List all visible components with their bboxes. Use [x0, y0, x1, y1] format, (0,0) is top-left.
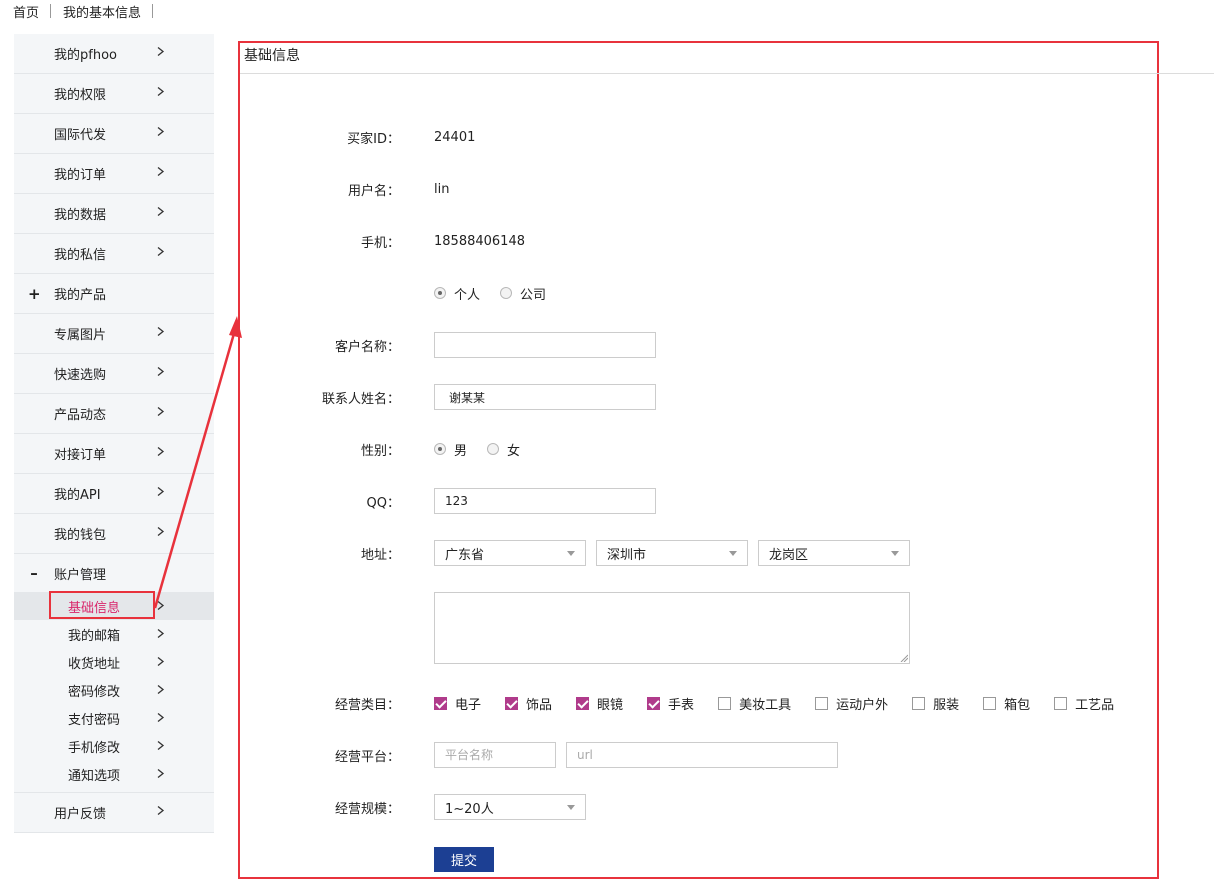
- chevron-down-icon: [891, 551, 899, 556]
- checkbox-icon: [434, 696, 447, 710]
- checkbox-icon: [983, 696, 997, 710]
- district-select[interactable]: 龙岗区: [758, 540, 910, 566]
- radio-dot: [487, 443, 500, 455]
- gender-row: 性别： 男 女: [240, 436, 1180, 462]
- address-selects: 广东省 深圳市 龙岗区: [434, 540, 920, 566]
- checkbox-icon: [815, 696, 829, 710]
- checkbox-icon: [647, 696, 661, 710]
- category-label: 箱包: [1004, 697, 1031, 713]
- contact-name-label: 联系人姓名：: [321, 391, 400, 407]
- account-type-row: 个人 公司: [240, 280, 1180, 306]
- category-checkbox[interactable]: 服装: [912, 694, 959, 713]
- qq-row: QQ：: [240, 488, 1180, 514]
- category-label: 美妆工具: [739, 697, 792, 713]
- checkbox-icon: [576, 696, 590, 710]
- radio-male[interactable]: 男: [434, 440, 467, 459]
- gender-label: 性别：: [360, 443, 400, 459]
- province-select[interactable]: 广东省: [434, 540, 586, 566]
- chevron-down-icon: [567, 805, 575, 810]
- category-label: 手表: [668, 697, 695, 713]
- buyer-id-label: 买家ID：: [347, 131, 400, 147]
- address-detail-textarea[interactable]: [434, 592, 910, 664]
- phone-label: 手机：: [360, 235, 400, 251]
- radio-dot: [434, 287, 446, 299]
- district-value: 龙岗区: [769, 547, 809, 563]
- category-label: 服装: [933, 697, 960, 713]
- category-checkbox[interactable]: 饰品: [505, 694, 552, 713]
- scale-value: 1~20人: [445, 801, 494, 817]
- customer-name-input[interactable]: [434, 332, 656, 358]
- category-label: 眼镜: [597, 697, 624, 713]
- chevron-down-icon: [567, 551, 575, 556]
- phone-value: 18588406148: [434, 233, 525, 249]
- radio-dot: [500, 287, 513, 299]
- chevron-down-icon: [729, 551, 737, 556]
- platform-name-input[interactable]: [434, 742, 556, 768]
- categories-checkboxes: 电子 饰品 眼镜 手表 美妆工具 运动户外 服装 箱包 工艺品: [434, 694, 1138, 713]
- category-label: 饰品: [526, 697, 553, 713]
- radio-label: 男: [454, 443, 468, 459]
- contact-name-input[interactable]: [434, 384, 656, 410]
- category-checkbox[interactable]: 运动户外: [815, 694, 888, 713]
- category-checkbox[interactable]: 美妆工具: [718, 694, 791, 713]
- scale-label: 经营规模：: [334, 801, 400, 817]
- category-checkbox[interactable]: 工艺品: [1054, 694, 1114, 713]
- category-checkbox[interactable]: 电子: [434, 694, 481, 713]
- submit-button[interactable]: 提交: [434, 847, 494, 872]
- checkbox-icon: [1054, 696, 1068, 710]
- category-checkbox[interactable]: 眼镜: [576, 694, 623, 713]
- checkbox-icon: [912, 696, 926, 710]
- username-value: lin: [434, 181, 450, 197]
- scale-row: 经营规模： 1~20人: [240, 794, 1180, 820]
- category-label: 运动户外: [836, 697, 889, 713]
- city-select[interactable]: 深圳市: [596, 540, 748, 566]
- city-value: 深圳市: [607, 547, 647, 563]
- radio-female[interactable]: 女: [487, 440, 520, 459]
- province-value: 广东省: [445, 547, 485, 563]
- buyer-id-row: 买家ID： 24401: [240, 124, 1180, 150]
- contact-name-row: 联系人姓名：: [240, 384, 1180, 410]
- panel-divider: [240, 73, 1214, 74]
- radio-label: 个人: [454, 287, 481, 303]
- platform-label: 经营平台：: [334, 749, 400, 765]
- category-checkbox[interactable]: 手表: [647, 694, 694, 713]
- phone-row: 手机： 18588406148: [240, 228, 1180, 254]
- resize-grip-icon[interactable]: [900, 654, 908, 662]
- customer-name-row: 客户名称：: [240, 332, 1180, 358]
- scale-select[interactable]: 1~20人: [434, 794, 586, 820]
- gender-radios: 男 女: [434, 440, 540, 459]
- panel-title: 基础信息: [244, 48, 300, 64]
- platform-url-input[interactable]: [566, 742, 838, 768]
- radio-label: 女: [507, 443, 521, 459]
- address-row: 地址： 广东省 深圳市 龙岗区: [240, 540, 1180, 566]
- radio-label: 公司: [520, 287, 547, 303]
- radio-dot: [434, 443, 446, 455]
- username-label: 用户名：: [347, 183, 400, 199]
- checkbox-icon: [505, 696, 519, 710]
- qq-input[interactable]: [434, 488, 656, 514]
- category-label: 工艺品: [1075, 697, 1115, 713]
- radio-company[interactable]: 公司: [500, 284, 546, 303]
- account-type-radios: 个人 公司: [434, 284, 566, 303]
- qq-label: QQ：: [366, 495, 400, 511]
- address-label: 地址：: [360, 547, 400, 563]
- checkbox-icon: [718, 696, 732, 710]
- address-detail-wrap: [434, 592, 910, 664]
- customer-name-label: 客户名称：: [334, 339, 400, 355]
- radio-personal[interactable]: 个人: [434, 284, 480, 303]
- categories-label: 经营类目：: [334, 697, 400, 713]
- buyer-id-value: 24401: [434, 129, 476, 145]
- category-label: 电子: [455, 697, 482, 713]
- username-row: 用户名： lin: [240, 176, 1180, 202]
- platform-row: 经营平台：: [240, 742, 1180, 768]
- categories-row: 经营类目： 电子 饰品 眼镜 手表 美妆工具 运动户外 服装 箱包 工艺品: [240, 690, 1180, 716]
- category-checkbox[interactable]: 箱包: [983, 694, 1030, 713]
